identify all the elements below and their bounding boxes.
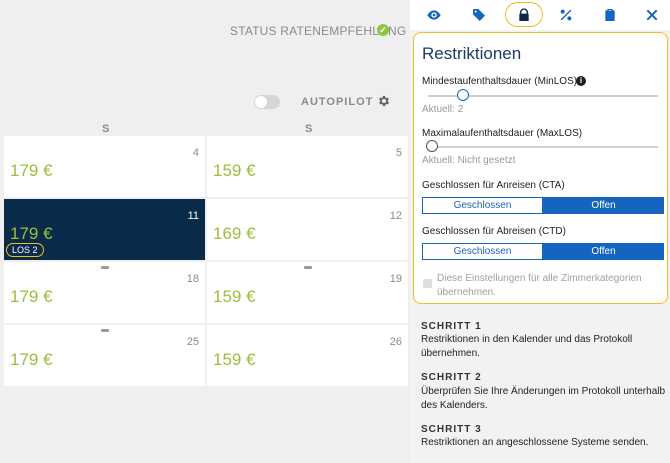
cta-label: Geschlossen für Anreisen (CTA) <box>422 180 565 191</box>
restrictions-title: Restriktionen <box>422 44 522 63</box>
step-3-text: Restriktionen an angeschlossene Systeme … <box>421 437 649 448</box>
calendar-day-cell[interactable]: 18 179 € <box>4 262 205 323</box>
step-1-title: SCHRITT 1 <box>421 321 482 332</box>
calendar-day-cell[interactable]: 25 179 € <box>4 325 205 386</box>
autopilot-toggle[interactable] <box>254 95 280 109</box>
eye-icon[interactable] <box>426 7 442 23</box>
panel-toolbar <box>410 0 670 30</box>
toggle-knob <box>255 96 267 108</box>
column-header-saturday: S <box>102 123 110 135</box>
close-icon[interactable] <box>644 7 660 23</box>
gear-icon[interactable] <box>377 94 391 108</box>
cta-segmented-control: Geschlossen Offen <box>422 197 664 214</box>
apply-all-label: Diese Einstellungen für alle Zimmerkateg… <box>437 273 642 298</box>
info-icon[interactable]: i <box>576 76 586 86</box>
rate-price: 179 € <box>10 224 53 243</box>
minlos-label: Mindestaufenthaltsdauer (MinLOS) <box>422 76 578 87</box>
calendar-area: STATUS RATENEMPFEHLUNG ✓ AUTOPILOT S S 4… <box>0 0 410 463</box>
rate-price: 179 € <box>10 161 53 180</box>
day-number: 12 <box>389 210 402 222</box>
rate-price: 159 € <box>213 287 256 306</box>
step-2-title: SCHRITT 2 <box>421 372 482 383</box>
minlos-slider-handle[interactable] <box>457 89 469 101</box>
calendar-day-cell[interactable]: 19 159 € <box>207 262 408 323</box>
step-2-text: Überprüfen Sie Ihre Änderungen im Protok… <box>421 386 666 411</box>
tag-icon[interactable] <box>471 7 487 23</box>
step-3-title: SCHRITT 3 <box>421 424 482 435</box>
day-marker <box>101 329 109 332</box>
ctd-segmented-control: Geschlossen Offen <box>422 243 664 260</box>
check-icon: ✓ <box>377 24 389 36</box>
restrictions-panel: Restriktionen Mindestaufenthaltsdauer (M… <box>410 0 670 463</box>
percent-icon[interactable] <box>558 7 574 23</box>
column-header-sunday: S <box>305 123 313 135</box>
rate-price: 169 € <box>213 224 256 243</box>
clipboard-icon[interactable] <box>602 7 618 23</box>
rate-price: 179 € <box>10 287 53 306</box>
los-badge: LOS 2 <box>6 243 44 257</box>
apply-all-checkbox[interactable] <box>423 279 432 288</box>
restrictions-card: Restriktionen Mindestaufenthaltsdauer (M… <box>413 32 668 304</box>
maxlos-label: Maximalaufenthaltsdauer (MaxLOS) <box>422 128 583 139</box>
cta-closed-option[interactable]: Geschlossen <box>422 197 543 214</box>
calendar-day-cell[interactable]: 4 179 € <box>4 136 205 197</box>
day-number: 5 <box>395 147 402 159</box>
cta-open-option[interactable]: Offen <box>543 197 664 214</box>
day-number: 26 <box>389 336 402 348</box>
calendar-day-cell-selected[interactable]: 11 179 € LOS 2 <box>4 199 205 260</box>
day-number: 18 <box>186 273 199 285</box>
ctd-closed-option[interactable]: Geschlossen <box>422 243 543 260</box>
maxlos-slider-track[interactable] <box>428 146 658 148</box>
day-number: 19 <box>389 273 402 285</box>
day-number: 11 <box>187 210 199 222</box>
step-1-text: Restriktionen in den Kalender und das Pr… <box>421 334 633 359</box>
maxlos-current: Aktuell: Nicht gesetzt <box>422 155 516 166</box>
lock-tab-highlight[interactable] <box>505 2 543 27</box>
day-number: 4 <box>192 147 199 159</box>
day-marker <box>304 266 312 269</box>
calendar-day-cell[interactable]: 26 159 € <box>207 325 408 386</box>
ctd-open-option[interactable]: Offen <box>543 243 664 260</box>
day-number: 25 <box>186 336 199 348</box>
lock-icon[interactable] <box>516 7 532 23</box>
rate-price: 179 € <box>10 350 53 369</box>
rate-price: 159 € <box>213 161 256 180</box>
ctd-label: Geschlossen für Abreisen (CTD) <box>422 226 566 237</box>
rate-price: 159 € <box>213 350 256 369</box>
day-marker <box>101 266 109 269</box>
calendar-day-cell[interactable]: 12 169 € <box>207 199 408 260</box>
calendar-day-cell[interactable]: 5 159 € <box>207 136 408 197</box>
minlos-current: Aktuell: 2 <box>422 104 464 115</box>
autopilot-label: AUTOPILOT <box>301 96 374 108</box>
maxlos-slider-handle[interactable] <box>426 140 438 152</box>
